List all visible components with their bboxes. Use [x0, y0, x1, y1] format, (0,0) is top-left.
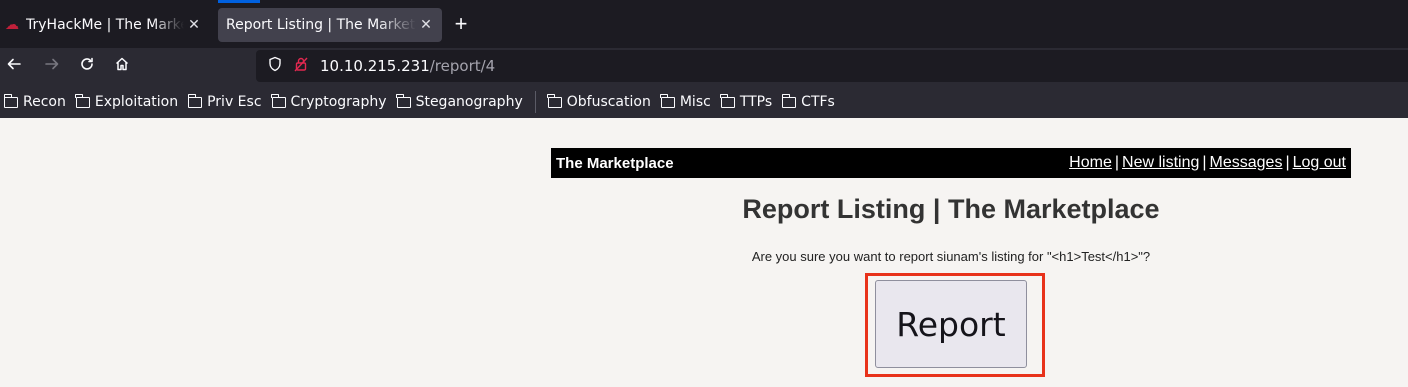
shield-icon[interactable] — [264, 56, 286, 76]
url-path: /report/4 — [429, 57, 496, 75]
tab-report-listing[interactable]: Report Listing | The Marketplace ✕ — [218, 8, 442, 42]
folder-icon — [75, 93, 90, 108]
folder-icon — [396, 93, 411, 108]
tab-tryhackme[interactable]: ☁ TryHackMe | The Marketplace ✕ — [0, 8, 210, 42]
back-button[interactable] — [0, 54, 28, 80]
folder-icon — [3, 93, 18, 108]
tab-title: TryHackMe | The Marketplace — [26, 17, 184, 33]
new-tab-button[interactable]: + — [450, 10, 472, 38]
nav-separator: | — [1202, 154, 1207, 171]
nav-link-new-listing[interactable]: New listing — [1122, 154, 1199, 171]
arrow-left-icon — [7, 58, 21, 70]
close-icon[interactable]: ✕ — [416, 17, 436, 33]
site-nav: Home | New listing | Messages | Log out — [1069, 154, 1346, 172]
page-title: Report Listing | The Marketplace — [742, 194, 1160, 224]
bookmark-label: Obfuscation — [566, 94, 651, 110]
reload-button[interactable] — [73, 54, 101, 80]
url-host: 10.10.215.231 — [320, 57, 430, 75]
bookmark-label: Steganography — [415, 94, 523, 110]
bookmark-label: Cryptography — [290, 94, 387, 110]
bookmark-obfuscation[interactable]: Obfuscation — [544, 90, 655, 114]
nav-link-messages[interactable]: Messages — [1210, 154, 1283, 171]
arrow-right-icon — [45, 58, 59, 70]
bookmark-ctfs[interactable]: CTFs — [778, 90, 839, 114]
home-button[interactable] — [108, 54, 136, 80]
tab-title: Report Listing | The Marketplace — [226, 17, 416, 33]
tab-accent — [230, 0, 260, 3]
browser-chrome: ☁ TryHackMe | The Marketplace ✕ Report L… — [0, 0, 1408, 118]
bookmark-priv-esc[interactable]: Priv Esc — [184, 90, 265, 114]
site-header: The Marketplace Home | New listing | Message… — [551, 148, 1351, 178]
bookmark-label: CTFs — [801, 94, 835, 110]
folder-icon — [271, 93, 286, 108]
url-bar[interactable]: 10.10.215.231/report/4 — [256, 50, 1408, 82]
bookmark-label: Recon — [23, 94, 66, 110]
folder-icon — [187, 93, 203, 108]
tab-strip: ☁ TryHackMe | The Marketplace ✕ Report L… — [0, 0, 1408, 48]
folder-icon — [720, 93, 735, 108]
nav-separator: | — [1114, 154, 1120, 171]
bookmarks-toolbar: Recon Exploitation Priv Esc Cryptography… — [0, 86, 1408, 118]
home-icon — [115, 57, 129, 71]
bookmark-label: Misc — [679, 94, 711, 110]
folder-icon — [547, 93, 562, 108]
bookmark-label: Exploitation — [94, 94, 179, 110]
report-confirmation-text: Are you sure you want to report siunam's… — [751, 249, 1151, 264]
bookmark-label: Priv Esc — [207, 94, 262, 110]
reload-icon — [81, 57, 93, 70]
site-brand: The Marketplace — [556, 154, 674, 172]
bookmark-label: TTPs — [739, 94, 773, 110]
bookmark-ttps[interactable]: TTPs — [717, 90, 776, 114]
nav-link-log-out[interactable]: Log out — [1293, 154, 1346, 171]
bookmark-misc[interactable]: Misc — [657, 90, 715, 114]
forward-button[interactable] — [38, 54, 66, 80]
tryhackme-favicon-icon: ☁ — [5, 17, 19, 33]
bookmark-separator — [534, 91, 536, 113]
bookmark-recon[interactable]: Recon — [0, 90, 70, 114]
report-button[interactable]: Report — [875, 280, 1027, 368]
nav-link-home[interactable]: Home — [1069, 154, 1112, 171]
folder-icon — [781, 93, 797, 108]
folder-icon — [660, 93, 675, 108]
insecure-lock-icon[interactable] — [290, 56, 312, 76]
close-icon[interactable]: ✕ — [184, 17, 204, 33]
bookmark-cryptography[interactable]: Cryptography — [268, 90, 391, 114]
nav-separator: | — [1285, 154, 1290, 171]
page-content: The Marketplace Home | New listing | Message… — [0, 118, 1408, 387]
bookmark-steganography[interactable]: Steganography — [393, 90, 527, 114]
bookmark-exploitation[interactable]: Exploitation — [72, 90, 182, 114]
